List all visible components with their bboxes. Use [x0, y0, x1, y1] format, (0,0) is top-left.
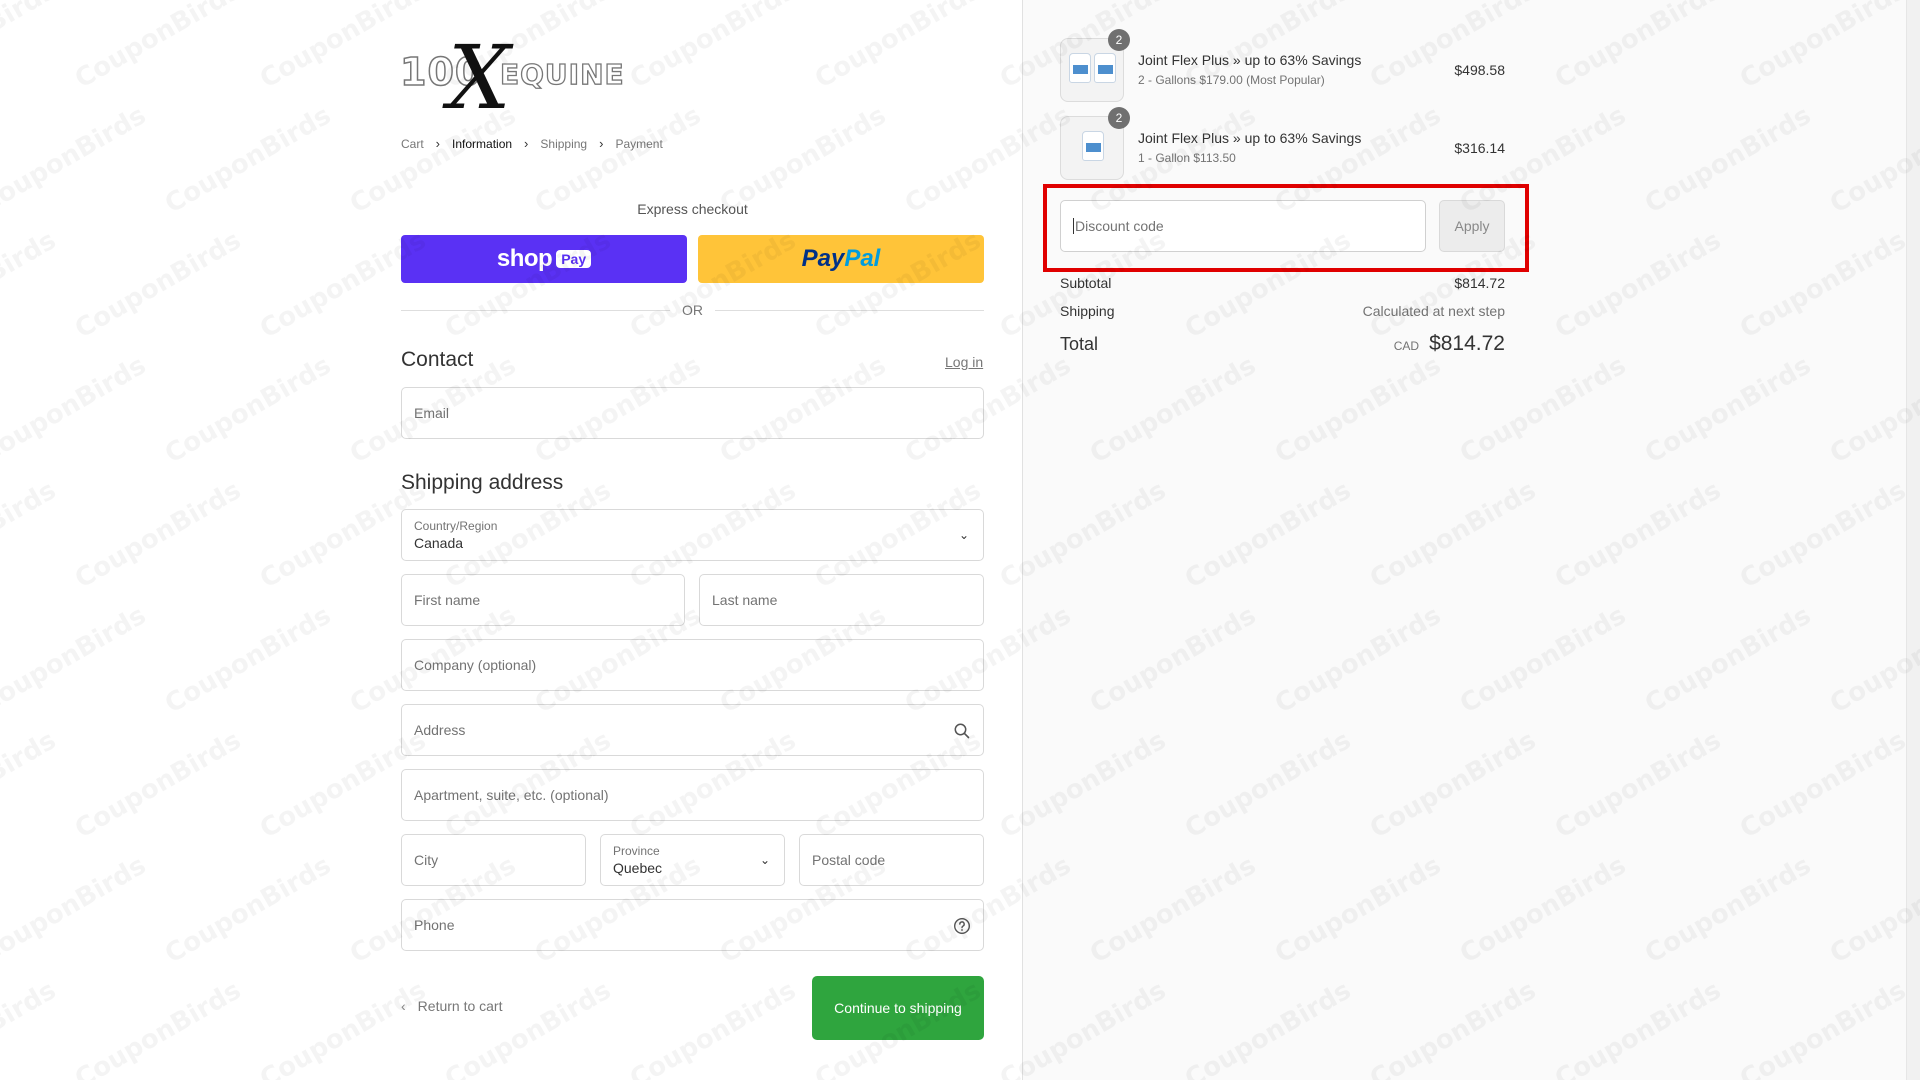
store-logo[interactable]: 100 X EQUINE	[399, 34, 624, 122]
city-placeholder: City	[414, 852, 439, 868]
first-name-placeholder: First name	[414, 592, 481, 608]
company-placeholder: Company (optional)	[414, 657, 537, 673]
city-field[interactable]: City	[401, 834, 586, 886]
chevron-right-icon: ›	[599, 136, 604, 151]
province-value: Quebec	[613, 859, 663, 876]
company-field[interactable]: Company (optional)	[401, 639, 984, 691]
item-title: Joint Flex Plus » up to 63% Savings	[1138, 130, 1362, 146]
discount-code-input[interactable]: Discount code	[1060, 200, 1426, 252]
province-select[interactable]: Province Quebec ⌄	[600, 834, 785, 886]
quantity-badge: 2	[1108, 107, 1130, 129]
return-to-cart-label: Return to cart	[417, 998, 503, 1014]
postal-code-field[interactable]: Postal code	[799, 834, 984, 886]
search-icon[interactable]	[953, 722, 971, 740]
contact-heading: Contact	[401, 348, 474, 371]
continue-to-shipping-button[interactable]: Continue to shipping	[812, 976, 984, 1040]
shop-pay-button[interactable]: shop Pay	[401, 235, 687, 283]
email-field[interactable]: Email	[401, 387, 984, 439]
apartment-placeholder: Apartment, suite, etc. (optional)	[414, 787, 609, 803]
first-name-field[interactable]: First name	[401, 574, 685, 626]
breadcrumb-cart[interactable]: Cart	[401, 137, 424, 151]
shipping-value: Calculated at next step	[1362, 303, 1505, 319]
help-icon[interactable]	[953, 917, 971, 935]
last-name-field[interactable]: Last name	[699, 574, 984, 626]
total-label: Total	[1060, 334, 1099, 354]
phone-field[interactable]: Phone	[401, 899, 984, 951]
item-variant: 1 - Gallon $113.50	[1138, 151, 1236, 165]
total-row: Total CAD $814.72	[1060, 332, 1505, 356]
shipping-label: Shipping	[1060, 303, 1115, 319]
currency-code: CAD	[1393, 339, 1420, 353]
logo-name: EQUINE	[499, 57, 625, 91]
cart-line-item: 2 Joint Flex Plus » up to 63% Savings 1 …	[1060, 107, 1505, 180]
address-placeholder: Address	[414, 722, 466, 738]
country-value: Canada	[414, 534, 464, 551]
divider-line	[401, 309, 670, 311]
total-value: $814.72	[1429, 332, 1505, 355]
shop-pay-pill: Pay	[556, 250, 592, 268]
subtotal-row: Subtotal $814.72	[1060, 275, 1505, 291]
log-in-link[interactable]: Log in	[945, 354, 983, 370]
postal-code-placeholder: Postal code	[812, 852, 886, 868]
chevron-right-icon: ›	[524, 136, 529, 151]
shop-pay-word: shop	[496, 245, 553, 272]
apartment-field[interactable]: Apartment, suite, etc. (optional)	[401, 769, 984, 821]
cart-line-item: 2 Joint Flex Plus » up to 63% Savings 2 …	[1060, 29, 1505, 102]
paypal-button[interactable]: Pay Pal	[698, 235, 984, 283]
shipping-row: Shipping Calculated at next step	[1060, 303, 1505, 319]
or-label: OR	[682, 302, 703, 318]
express-checkout-title: Express checkout	[637, 201, 748, 217]
address-field[interactable]: Address	[401, 704, 984, 756]
quantity-badge: 2	[1108, 29, 1130, 51]
chevron-down-icon: ⌄	[759, 853, 770, 867]
breadcrumb: Cart › Information › Shipping › Payment	[401, 136, 663, 151]
chevron-down-icon: ⌄	[958, 528, 969, 542]
apply-discount-button[interactable]: Apply	[1439, 200, 1505, 252]
subtotal-value: $814.72	[1454, 275, 1505, 291]
email-placeholder: Email	[414, 405, 450, 421]
shipping-address-heading: Shipping address	[401, 471, 564, 494]
breadcrumb-shipping: Shipping	[540, 136, 588, 151]
checkout-main-panel: 100 X EQUINE Cart › Information › Shippi…	[0, 0, 1022, 1080]
subtotal-label: Subtotal	[1060, 275, 1112, 291]
country-select[interactable]: Country/Region Canada ⌄	[401, 509, 984, 561]
discount-code-placeholder: Discount code	[1075, 218, 1164, 234]
breadcrumb-information: Information	[452, 136, 513, 151]
return-to-cart-link[interactable]: ‹ Return to cart	[401, 998, 503, 1014]
country-label: Country/Region	[414, 518, 498, 533]
last-name-placeholder: Last name	[712, 592, 778, 608]
province-label: Province	[613, 843, 660, 858]
chevron-left-icon: ‹	[401, 998, 406, 1014]
scrollbar[interactable]	[1906, 0, 1920, 1080]
text-cursor	[1073, 218, 1074, 234]
phone-placeholder: Phone	[414, 917, 455, 933]
breadcrumb-payment: Payment	[615, 136, 663, 151]
item-title: Joint Flex Plus » up to 63% Savings	[1138, 52, 1362, 68]
paypal-word-part2: Pal	[844, 245, 881, 272]
paypal-word-part1: Pay	[801, 245, 845, 272]
item-price: $316.14	[1454, 140, 1505, 156]
item-variant: 2 - Gallons $179.00 (Most Popular)	[1138, 73, 1325, 87]
item-price: $498.58	[1454, 62, 1505, 78]
or-divider: OR	[401, 300, 984, 320]
chevron-right-icon: ›	[435, 136, 441, 151]
divider-line	[715, 309, 984, 311]
